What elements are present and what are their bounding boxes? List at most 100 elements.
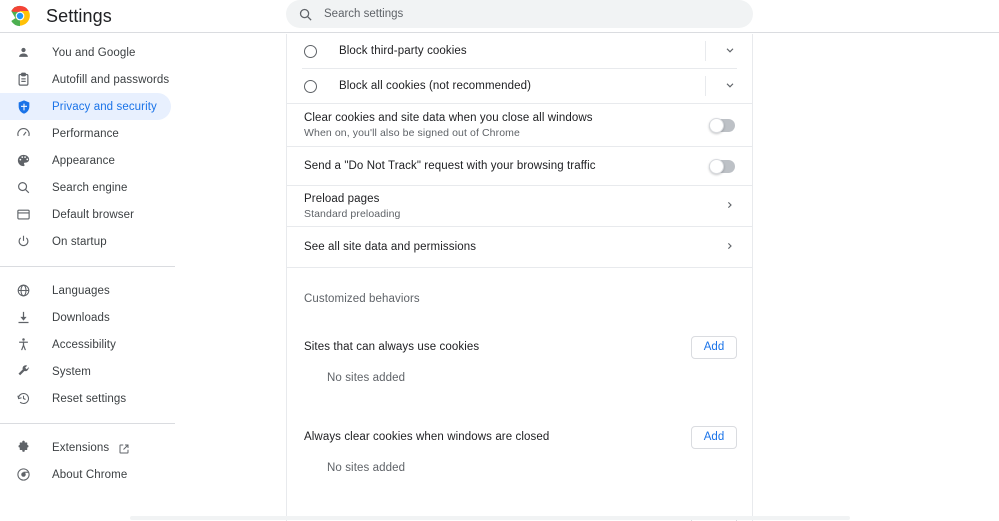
- page-title: Settings: [46, 6, 112, 26]
- setting-title: Preload pages: [304, 193, 725, 205]
- setting-text: Clear cookies and site data when you clo…: [299, 112, 709, 139]
- sidebar-item-languages[interactable]: Languages: [0, 277, 171, 304]
- open-in-new-icon: [118, 442, 130, 454]
- settings-content-card: Block third-party cookies Block all cook…: [286, 34, 753, 521]
- horizontal-scrollbar[interactable]: [0, 516, 999, 521]
- sidebar-item-label: Languages: [52, 285, 110, 297]
- cookie-option-label: Block all cookies (not recommended): [339, 80, 531, 92]
- sidebar-item-label: Extensions: [52, 442, 109, 454]
- person-icon: [15, 44, 32, 61]
- cookie-option-label: Block third-party cookies: [339, 45, 467, 57]
- sidebar-item-reset-settings[interactable]: Reset settings: [0, 385, 171, 412]
- empty-state-text: No sites added: [287, 364, 752, 392]
- sidebar-item-on-startup[interactable]: On startup: [0, 228, 171, 255]
- empty-state-text: No sites added: [287, 454, 752, 482]
- accessibility-icon: [15, 336, 32, 353]
- search-icon: [298, 7, 313, 22]
- add-button[interactable]: Add: [691, 426, 737, 449]
- sidebar-item-you-and-google[interactable]: You and Google: [0, 39, 171, 66]
- sites-group-always-use-cookies: Sites that can always use cookies Add: [287, 330, 752, 364]
- sidebar-item-privacy-and-security[interactable]: Privacy and security: [0, 93, 171, 120]
- top-bar: Settings: [0, 0, 999, 33]
- spacer: [287, 482, 752, 510]
- setting-subtitle: When on, you'll also be signed out of Ch…: [304, 127, 709, 139]
- sidebar-item-appearance[interactable]: Appearance: [0, 147, 171, 174]
- sidebar-divider-1: [0, 266, 175, 267]
- palette-icon: [15, 152, 32, 169]
- sidebar-item-label: About Chrome: [52, 469, 127, 481]
- setting-do-not-track[interactable]: Send a "Do Not Track" request with your …: [287, 147, 752, 185]
- setting-text: See all site data and permissions: [299, 241, 725, 253]
- setting-title: Clear cookies and site data when you clo…: [304, 112, 709, 124]
- toggle-switch[interactable]: [709, 160, 735, 173]
- sidebar-group-footer: Extensions About Chrome: [0, 434, 185, 488]
- sidebar-item-label: Default browser: [52, 209, 134, 221]
- setting-title: See all site data and permissions: [304, 241, 725, 253]
- separator: [705, 41, 706, 61]
- chevron-down-icon[interactable]: [724, 79, 736, 94]
- setting-preload-pages[interactable]: Preload pages Standard preloading: [287, 186, 752, 226]
- spacer: [287, 392, 752, 420]
- toggle-knob: [709, 159, 724, 174]
- sidebar-item-label: Privacy and security: [52, 101, 157, 113]
- globe-icon: [15, 282, 32, 299]
- sidebar-item-downloads[interactable]: Downloads: [0, 304, 171, 331]
- puzzle-icon: [15, 439, 32, 456]
- sidebar-item-label: You and Google: [52, 47, 135, 59]
- sidebar-item-about-chrome[interactable]: About Chrome: [0, 461, 171, 488]
- add-button[interactable]: Add: [691, 336, 737, 359]
- sidebar-group-main: You and Google Autofill and passwords Pr…: [0, 39, 185, 255]
- chrome-outline-icon: [15, 466, 32, 483]
- sidebar-item-label: Downloads: [52, 312, 110, 324]
- sidebar-item-system[interactable]: System: [0, 358, 171, 385]
- chevron-right-icon: [725, 199, 734, 213]
- setting-see-all-site-data[interactable]: See all site data and permissions: [287, 227, 752, 267]
- setting-clear-cookies-on-close[interactable]: Clear cookies and site data when you clo…: [287, 104, 752, 146]
- sites-group-always-clear-cookies: Always clear cookies when windows are cl…: [287, 420, 752, 454]
- setting-title: Send a "Do Not Track" request with your …: [304, 160, 709, 172]
- sidebar-item-label: Search engine: [52, 182, 127, 194]
- sites-group-label: Sites that can always use cookies: [299, 341, 691, 353]
- search-input[interactable]: [324, 8, 704, 20]
- history-icon: [15, 390, 32, 407]
- sidebar-item-autofill-and-passwords[interactable]: Autofill and passwords: [0, 66, 171, 93]
- sidebar-item-search-engine[interactable]: Search engine: [0, 174, 171, 201]
- wrench-icon: [15, 363, 32, 380]
- browser-window-icon: [15, 206, 32, 223]
- scrollbar-thumb[interactable]: [130, 516, 850, 520]
- sidebar-item-label: Performance: [52, 128, 119, 140]
- sidebar-item-accessibility[interactable]: Accessibility: [0, 331, 171, 358]
- sidebar-item-extensions[interactable]: Extensions: [0, 434, 171, 461]
- sidebar-item-label: Accessibility: [52, 339, 116, 351]
- setting-subtitle: Standard preloading: [304, 208, 725, 220]
- toggle-switch[interactable]: [709, 119, 735, 132]
- spacer: [287, 268, 752, 288]
- sites-group-label: Always clear cookies when windows are cl…: [299, 431, 691, 443]
- sidebar-item-label: Autofill and passwords: [52, 74, 169, 86]
- download-icon: [15, 309, 32, 326]
- sidebar-divider-2: [0, 423, 175, 424]
- chevron-right-icon: [725, 240, 734, 254]
- sidebar-item-default-browser[interactable]: Default browser: [0, 201, 171, 228]
- chevron-down-icon[interactable]: [724, 44, 736, 59]
- spacer: [287, 310, 752, 330]
- clipboard-icon: [15, 71, 32, 88]
- sidebar-item-performance[interactable]: Performance: [0, 120, 171, 147]
- sidebar-item-label: Appearance: [52, 155, 115, 167]
- sidebar-item-label: Reset settings: [52, 393, 126, 405]
- sidebar-item-label: On startup: [52, 236, 107, 248]
- section-heading-customized-behaviors: Customized behaviors: [287, 288, 752, 310]
- shield-icon: [15, 98, 32, 115]
- search-bar[interactable]: [286, 0, 753, 28]
- toggle-knob: [709, 118, 724, 133]
- radio-button[interactable]: [304, 80, 317, 93]
- sidebar-group-advanced: Languages Downloads Accessibility System: [0, 277, 185, 412]
- power-icon: [15, 233, 32, 250]
- speedometer-icon: [15, 125, 32, 142]
- sidebar-item-label: System: [52, 366, 91, 378]
- cookie-option-block-all[interactable]: Block all cookies (not recommended): [287, 69, 752, 103]
- separator: [705, 76, 706, 96]
- radio-button[interactable]: [304, 45, 317, 58]
- chrome-logo: [9, 5, 31, 27]
- cookie-option-block-third-party[interactable]: Block third-party cookies: [287, 34, 752, 68]
